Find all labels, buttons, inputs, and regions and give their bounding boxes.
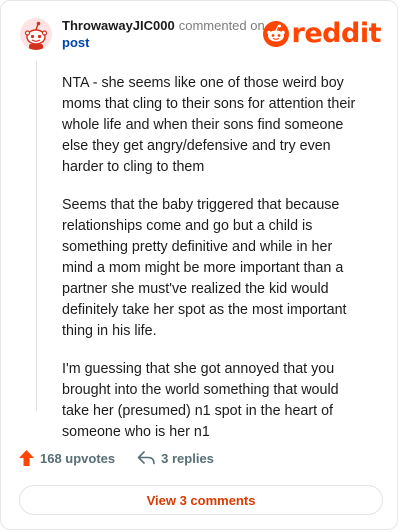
replies-button[interactable]: 3 replies [137,451,214,466]
comment-paragraph: I'm guessing that she got annoyed that y… [62,361,339,440]
reply-arrow-icon [137,451,155,465]
upvote-count: 168 upvotes [40,450,116,466]
comment-paragraph: NTA - she seems like one of those weird … [62,75,356,175]
avatar[interactable] [20,18,52,50]
reddit-logo[interactable]: reddit [262,18,382,49]
comment-paragraph: Seems that the baby triggered that becau… [62,197,347,339]
comment-header: ThrowawayJIC000 commented on post [62,17,272,51]
upvote-button[interactable]: 168 upvotes [19,450,115,466]
thread-line [36,61,37,411]
snoo-avatar-icon [20,18,52,50]
username[interactable]: ThrowawayJIC000 [62,18,175,33]
post-link[interactable]: post [62,34,272,51]
commented-on-text: commented on [178,18,265,33]
reddit-snoo-icon [262,21,289,47]
comment-actions: 168 upvotes 3 replies [19,450,214,466]
replies-count: 3 replies [161,450,214,466]
upvote-arrow-icon [19,450,34,466]
reddit-wordmark: reddit [291,18,382,49]
view-comments-button[interactable]: View 3 comments [19,485,383,515]
comment-card: ThrowawayJIC000 commented on post reddit … [0,0,398,530]
comment-body: NTA - she seems like one of those weird … [62,73,362,460]
